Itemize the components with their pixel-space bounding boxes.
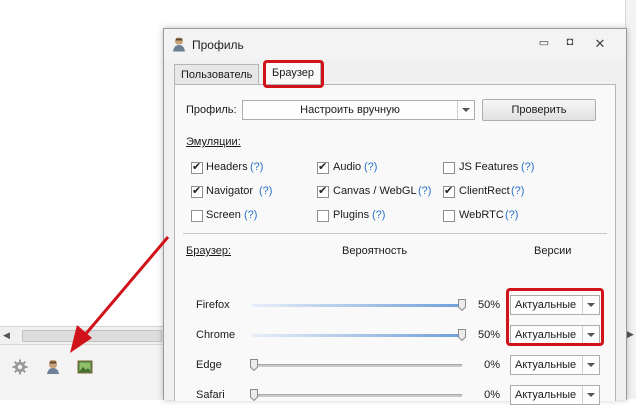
profile-select-value: Настроить вручную [300,104,400,116]
slider-thumb[interactable] [250,359,258,371]
label-plugins: Plugins [333,209,370,221]
probability-percent-firefox: 50% [477,299,500,311]
version-select-value: Актуальные [515,359,577,371]
probability-slider-safari[interactable] [252,394,462,397]
label-audio: Audio [333,161,362,173]
checkbox-audio[interactable] [317,160,329,174]
version-select-edge[interactable]: Актуальные [510,355,600,375]
restore-button[interactable]: ◘ [558,36,582,52]
version-select-safari[interactable]: Актуальные [510,385,600,405]
versions-highlight [506,288,604,346]
user-profile-icon[interactable] [45,359,61,375]
check-button[interactable]: Проверить [482,99,596,121]
chevron-down-icon[interactable] [457,101,474,119]
tab-user[interactable]: Пользователь [174,64,260,85]
label-webrtc: WebRTC [459,209,504,221]
help-navigator[interactable]: (?) [259,185,272,197]
probability-slider-chrome[interactable] [252,334,462,337]
image-icon[interactable] [77,359,93,375]
tab-user-label: Пользователь [181,69,253,81]
tab-highlight [263,60,324,88]
slider-thumb[interactable] [458,299,466,311]
browser-name-edge: Edge [196,359,222,371]
gear-icon[interactable] [12,359,28,375]
help-plugins[interactable]: (?) [372,209,385,221]
checkbox-navigator[interactable] [191,184,203,198]
help-js-features[interactable]: (?) [521,161,534,173]
probability-percent-chrome: 50% [477,329,500,341]
version-select-value: Актуальные [515,389,577,401]
browser-name-safari: Safari [196,389,225,401]
bottom-toolbar [0,344,164,400]
chevron-down-icon[interactable] [582,386,599,404]
user-icon [173,37,185,52]
slider-fill [252,304,462,307]
slider-thumb[interactable] [458,329,466,341]
probability-header: Вероятность [342,245,408,257]
tab-bar: Пользователь Браузер [174,62,614,85]
scroll-left-icon[interactable]: ◀ [3,330,10,341]
probability-slider-edge[interactable] [252,364,462,367]
probability-percent-edge: 0% [484,359,500,371]
probability-slider-firefox[interactable] [252,304,462,307]
label-headers: Headers [206,161,248,173]
title-bar[interactable]: Профиль ▭ ◘ ✕ [164,29,626,59]
divider [183,233,607,234]
checkbox-webrtc[interactable] [443,210,455,222]
label-screen: Screen [206,209,241,221]
browser-tab-panel: Профиль: Настроить вручную Проверить Эму… [174,84,616,405]
browser-name-firefox: Firefox [196,299,230,311]
checkbox-headers[interactable] [191,160,203,174]
browser-name-chrome: Chrome [196,329,236,341]
help-headers[interactable]: (?) [250,161,263,173]
minimize-button[interactable]: ▭ [532,36,556,52]
checkbox-screen[interactable] [191,210,203,222]
label-clientrect: ClientRect [459,185,510,197]
scrollbar-thumb[interactable] [22,330,162,342]
slider-thumb[interactable] [250,389,258,401]
checkbox-plugins[interactable] [317,210,329,222]
browser-heading: Браузер: [186,245,232,257]
background-panel [0,0,160,325]
label-js-features: JS Features [459,161,519,173]
profile-select[interactable]: Настроить вручную [242,100,475,120]
versions-header: Версии [534,245,572,257]
checkbox-canvas-webgl[interactable] [317,184,329,198]
dialog-title: Профиль [192,38,244,52]
help-audio[interactable]: (?) [364,161,377,173]
help-screen[interactable]: (?) [244,209,257,221]
checkbox-clientrect[interactable] [443,184,455,198]
chevron-down-icon[interactable] [582,356,599,374]
help-canvas-webgl[interactable]: (?) [418,185,431,197]
scroll-right-icon[interactable]: ▶ [627,329,634,340]
slider-fill [252,334,462,337]
label-canvas-webgl: Canvas / WebGL [333,185,417,197]
profile-label: Профиль: [186,104,237,116]
emulations-heading: Эмуляции: [186,136,241,148]
probability-percent-safari: 0% [484,389,500,401]
horizontal-scrollbar[interactable]: ◀ [0,326,164,344]
help-webrtc[interactable]: (?) [505,209,518,221]
checkbox-js-features[interactable] [443,162,455,174]
close-button[interactable]: ✕ [588,36,612,52]
label-navigator: Navigator [206,185,254,197]
help-clientrect[interactable]: (?) [511,185,524,197]
profile-dialog: Профиль ▭ ◘ ✕ Пользователь Браузер Профи… [163,28,627,405]
